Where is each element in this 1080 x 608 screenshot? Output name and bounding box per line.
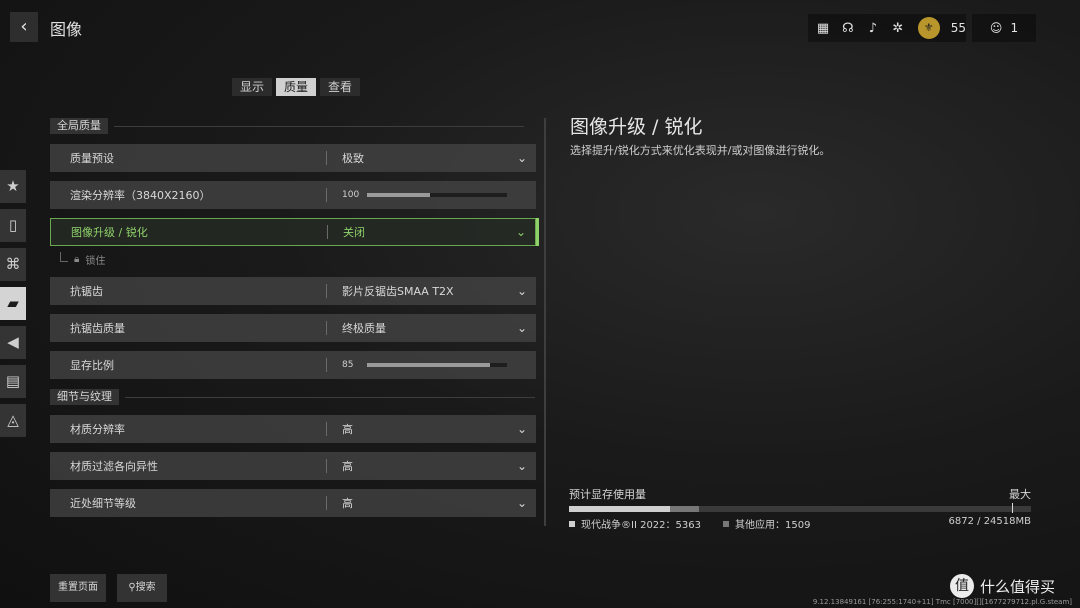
chevron-down-icon[interactable]: ⌄ [508, 496, 536, 510]
locked-sub-setting: 🔒︎ 锁住 [60, 251, 106, 267]
network-icon[interactable]: ◬ [0, 404, 26, 437]
display-icon[interactable]: ▰ [0, 287, 26, 320]
level-number: 55 [950, 21, 967, 35]
setting-label: 近处细节等级 [70, 497, 136, 510]
star-icon[interactable]: ★ [0, 170, 26, 203]
chevron-down-icon[interactable]: ⌄ [508, 321, 536, 335]
party-button[interactable]: ☺ 1 [972, 14, 1036, 42]
tree-connector [60, 251, 68, 262]
setting-label: 材质过滤各向异性 [70, 460, 158, 473]
setting-upscaling-sharpening[interactable]: 图像升级 / 锐化 关闭 ⌄ [50, 218, 539, 246]
vram-label: 预计显存使用量 [569, 488, 646, 501]
gamepad-icon[interactable]: ⌘ [0, 248, 26, 281]
build-info: 9.12.13849161 [76:255:1740+11] Tmc [7000… [812, 598, 1072, 606]
section-global-quality: 全局质量 [50, 118, 524, 134]
vram-total: 6872 / 24518MB [948, 516, 1031, 527]
watermark-logo-icon: 值 [950, 574, 974, 598]
setting-label: 质量预设 [70, 152, 114, 165]
mouse-icon[interactable]: ▯ [0, 209, 26, 242]
setting-quality-preset[interactable]: 质量预设 极致 ⌄ [50, 144, 536, 172]
section-title: 全局质量 [50, 118, 108, 134]
vram-usage-panel: 预计显存使用量 最大 现代战争®II 2022：5363 其他应用：1509 6… [569, 486, 1031, 532]
selection-accent [536, 218, 539, 246]
tab-bar: 显示 质量 查看 [232, 78, 361, 96]
settings-scrollbar[interactable] [544, 118, 546, 526]
search-icon: ⚲ [128, 582, 136, 593]
watermark: 值 什么值得买 [950, 574, 1055, 598]
setting-anti-aliasing-quality[interactable]: 抗锯齿质量 终极质量 ⌄ [50, 314, 536, 342]
top-icon-bar: ▦ ☊ ♪ ✲ ⚜ 55 [808, 14, 966, 42]
back-button[interactable]: ‹ [10, 12, 38, 42]
setting-texture-filter-anisotropic[interactable]: 材质过滤各向异性 高 ⌄ [50, 452, 536, 480]
speaker-icon[interactable]: ◀ [0, 326, 26, 359]
chevron-down-icon[interactable]: ⌄ [508, 422, 536, 436]
section-title: 细节与纹理 [50, 389, 119, 405]
setting-label: 图像升级 / 锐化 [71, 226, 148, 239]
slider-fill [367, 363, 491, 367]
setting-render-resolution[interactable]: 渲染分辨率（3840X2160） 100 [50, 181, 536, 209]
setting-label: 抗锯齿质量 [70, 322, 125, 335]
chevron-down-icon[interactable]: ⌄ [508, 151, 536, 165]
setting-near-detail-level[interactable]: 近处细节等级 高 ⌄ [50, 489, 536, 517]
chevron-down-icon[interactable]: ⌄ [508, 459, 536, 473]
chevron-down-icon[interactable]: ⌄ [508, 284, 536, 298]
vram-max-label: 最大 [1009, 488, 1031, 501]
bell-icon[interactable]: ♪ [866, 21, 880, 36]
chevron-down-icon[interactable]: ⌄ [507, 225, 535, 239]
vram-game-fill [569, 506, 671, 512]
setting-anti-aliasing[interactable]: 抗锯齿 影片反锯齿SMAA T2X ⌄ [50, 277, 536, 305]
setting-vram-scale[interactable]: 显存比例 85 [50, 351, 536, 379]
vram-max-marker [1012, 503, 1013, 513]
locked-label: 锁住 [85, 256, 106, 267]
top-bar: ‹ 图像 ▦ ☊ ♪ ✲ ⚜ 55 ☺ 1 [0, 0, 1080, 56]
search-button[interactable]: ⚲搜索 [117, 574, 167, 602]
vram-bar [569, 503, 1031, 513]
grid-icon[interactable]: ▦ [816, 21, 830, 36]
page-title: 图像 [50, 20, 83, 39]
tab-quality[interactable]: 质量 [276, 78, 317, 96]
setting-value: 极致 [342, 152, 364, 165]
section-detail-texture: 细节与纹理 [50, 389, 535, 405]
setting-value: 关闭 [343, 226, 365, 239]
section-divider [114, 125, 524, 127]
lock-icon: 🔒︎ [74, 254, 80, 265]
vram-other-legend: 其他应用：1509 [723, 516, 810, 531]
setting-value: 高 [342, 497, 353, 510]
party-icon: ☺ [989, 21, 1003, 35]
setting-value: 高 [342, 423, 353, 436]
interface-icon[interactable]: ▤ [0, 365, 26, 398]
gear-icon[interactable]: ✲ [891, 21, 905, 36]
detail-description: 选择提升/锐化方式来优化表现并/或对图像进行锐化。 [570, 144, 831, 157]
setting-value: 影片反锯齿SMAA T2X [342, 285, 454, 298]
setting-value: 高 [342, 460, 353, 473]
reset-page-button[interactable]: 重置页面 [50, 574, 106, 602]
detail-title: 图像升级 / 锐化 [570, 116, 703, 138]
section-divider [125, 396, 535, 398]
side-nav: ★ ▯ ⌘ ▰ ◀ ▤ ◬ [0, 170, 26, 443]
vram-game-legend: 现代战争®II 2022：5363 [569, 516, 701, 531]
vram-other-fill [670, 506, 699, 512]
slider-fill [367, 193, 430, 197]
render-resolution-slider[interactable] [367, 193, 507, 197]
watermark-text: 什么值得买 [980, 577, 1056, 596]
setting-label: 显存比例 [70, 359, 114, 372]
level-badge-icon[interactable]: ⚜ [917, 17, 940, 39]
slider-value: 85 [342, 360, 354, 370]
party-count: 1 [1010, 21, 1019, 35]
setting-label: 材质分辨率 [70, 423, 125, 436]
search-label: 搜索 [135, 582, 156, 593]
slider-value: 100 [342, 190, 360, 200]
setting-label: 抗锯齿 [70, 285, 103, 298]
headset-icon[interactable]: ☊ [841, 21, 855, 36]
tab-view[interactable]: 查看 [320, 78, 361, 96]
vram-scale-slider[interactable] [367, 363, 507, 367]
setting-label: 渲染分辨率（3840X2160） [70, 189, 211, 202]
setting-value: 终极质量 [342, 322, 386, 335]
tab-display[interactable]: 显示 [232, 78, 273, 96]
setting-texture-resolution[interactable]: 材质分辨率 高 ⌄ [50, 415, 536, 443]
chevron-left-icon: ‹ [20, 16, 28, 37]
